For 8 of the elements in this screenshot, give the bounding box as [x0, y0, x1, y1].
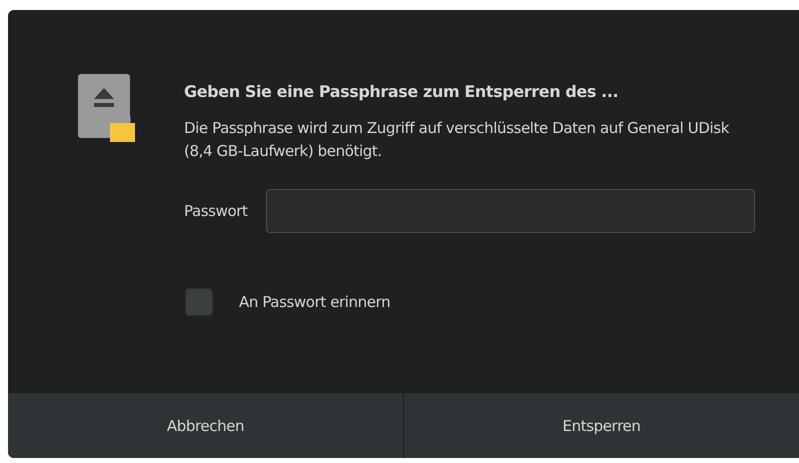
- cancel-button[interactable]: Abbrechen: [8, 393, 403, 458]
- remember-label: An Passwort erinnern: [239, 293, 390, 311]
- password-field[interactable]: [266, 189, 755, 233]
- password-label: Passwort: [184, 202, 248, 220]
- unlock-button[interactable]: Entsperren: [403, 393, 799, 458]
- dialog-title: Geben Sie eine Passphrase zum Entsperren des ...: [184, 82, 620, 101]
- dialog-message: Die Passphrase wird zum Zugriff auf verschlüsselte Daten auf General UDisk (8,4 GB-Laufwerk) benötigt.: [184, 118, 730, 162]
- remember-checkbox[interactable]: [185, 288, 213, 316]
